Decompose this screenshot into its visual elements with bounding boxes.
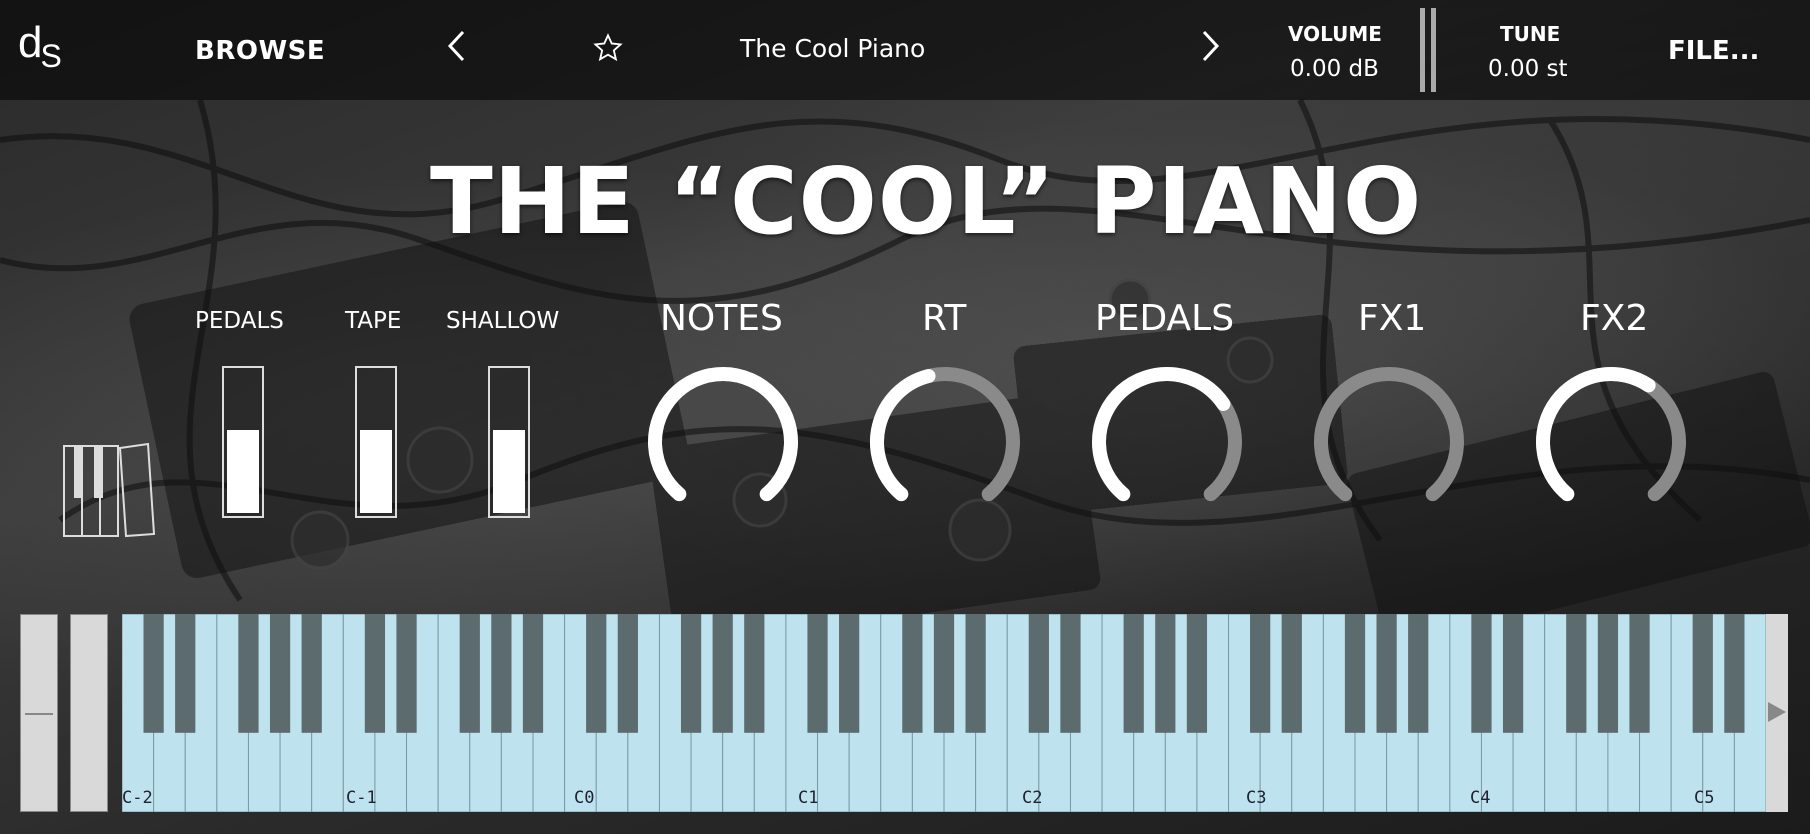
slider-fill (493, 430, 525, 513)
pitch-bend-wheel[interactable] (20, 614, 58, 812)
black-key[interactable] (269, 614, 291, 733)
black-key[interactable] (965, 614, 986, 733)
black-key[interactable] (933, 614, 955, 733)
black-key[interactable] (1502, 614, 1524, 733)
instrument-title: THE “COOL” PIANO (430, 148, 1423, 255)
piano-icon (63, 442, 156, 538)
tune-label: TUNE (1500, 22, 1561, 46)
black-key[interactable] (1566, 614, 1587, 733)
black-key[interactable] (1376, 614, 1397, 733)
black-key[interactable] (807, 614, 828, 733)
black-key[interactable] (459, 614, 480, 733)
app-logo: dS (18, 18, 62, 74)
knob-label-fx2: FX2 (1580, 298, 1649, 339)
piano-keyboard[interactable] (122, 614, 1766, 812)
wheel-center-mark (25, 713, 53, 715)
knob-track (1314, 367, 1464, 502)
triangle-right-icon (1768, 702, 1786, 722)
tune-value[interactable]: 0.00 st (1488, 56, 1568, 82)
octave-label-c-2: C-2 (122, 788, 153, 808)
black-key[interactable] (1028, 614, 1049, 733)
black-key[interactable] (680, 614, 702, 733)
knob-label-pedals: PEDALS (1095, 298, 1235, 339)
chevron-left-icon (447, 30, 465, 62)
black-key[interactable] (1281, 614, 1302, 733)
slider-fill (227, 430, 259, 513)
fx1-knob[interactable] (1304, 360, 1474, 520)
slider-fill (360, 430, 392, 513)
black-key[interactable] (1155, 614, 1176, 733)
black-key[interactable] (238, 614, 259, 733)
knob-value-arc (1092, 367, 1231, 502)
slider-label-shallow: SHALLOW (446, 308, 560, 334)
slider-label-pedals: PEDALS (195, 308, 284, 334)
slider-label-tape: TAPE (345, 308, 402, 334)
black-key[interactable] (712, 614, 733, 733)
pedals-slider[interactable] (222, 366, 264, 518)
black-key[interactable] (396, 614, 417, 733)
black-key[interactable] (522, 614, 544, 733)
keyboard-scroll-right[interactable] (1766, 614, 1788, 812)
star-icon (593, 33, 623, 62)
octave-label-c4: C4 (1470, 788, 1491, 808)
black-key[interactable] (1250, 614, 1271, 733)
favorite-button[interactable] (592, 32, 624, 68)
previous-preset-button[interactable] (445, 28, 467, 73)
black-key[interactable] (839, 614, 860, 733)
fx2-knob[interactable] (1526, 360, 1696, 520)
tape-slider[interactable] (355, 366, 397, 518)
black-key[interactable] (586, 614, 607, 733)
black-key[interactable] (1408, 614, 1429, 733)
octave-label-c-1: C-1 (346, 788, 377, 808)
octave-label-c0: C0 (574, 788, 595, 808)
black-key[interactable] (1471, 614, 1492, 733)
black-key[interactable] (1597, 614, 1619, 733)
mod-wheel[interactable] (70, 614, 108, 812)
black-key[interactable] (1724, 614, 1745, 733)
rt-knob[interactable] (860, 360, 1030, 520)
black-key[interactable] (491, 614, 512, 733)
knob-value-arc (1536, 367, 1656, 502)
black-key[interactable] (1692, 614, 1713, 733)
octave-label-c1: C1 (798, 788, 819, 808)
volume-label: VOLUME (1288, 22, 1382, 46)
shallow-slider[interactable] (488, 366, 530, 518)
black-key[interactable] (301, 614, 322, 733)
volume-value[interactable]: 0.00 dB (1290, 56, 1379, 82)
next-preset-button[interactable] (1200, 28, 1222, 73)
black-key[interactable] (1344, 614, 1366, 733)
knob-label-fx1: FX1 (1358, 298, 1427, 339)
black-key[interactable] (143, 614, 164, 733)
notes-knob[interactable] (638, 360, 808, 520)
browse-button[interactable]: BROWSE (195, 36, 325, 66)
knob-label-notes: NOTES (660, 298, 783, 339)
black-key[interactable] (175, 614, 196, 733)
knob-value-arc (870, 369, 936, 502)
black-key[interactable] (744, 614, 765, 733)
octave-label-c2: C2 (1022, 788, 1043, 808)
black-key[interactable] (902, 614, 923, 733)
chevron-right-icon (1202, 30, 1220, 62)
header-divider (1420, 8, 1436, 92)
knob-value-arc (648, 367, 798, 502)
black-key[interactable] (1186, 614, 1208, 733)
octave-label-c3: C3 (1246, 788, 1267, 808)
black-key[interactable] (1123, 614, 1144, 733)
black-key[interactable] (364, 614, 386, 733)
knob-label-rt: RT (922, 298, 967, 339)
file-menu-button[interactable]: FILE... (1668, 36, 1759, 66)
pedals-knob[interactable] (1082, 360, 1252, 520)
preset-name[interactable]: The Cool Piano (740, 34, 925, 63)
octave-label-c5: C5 (1694, 788, 1715, 808)
black-key[interactable] (617, 614, 638, 733)
black-key[interactable] (1060, 614, 1081, 733)
black-key[interactable] (1629, 614, 1650, 733)
